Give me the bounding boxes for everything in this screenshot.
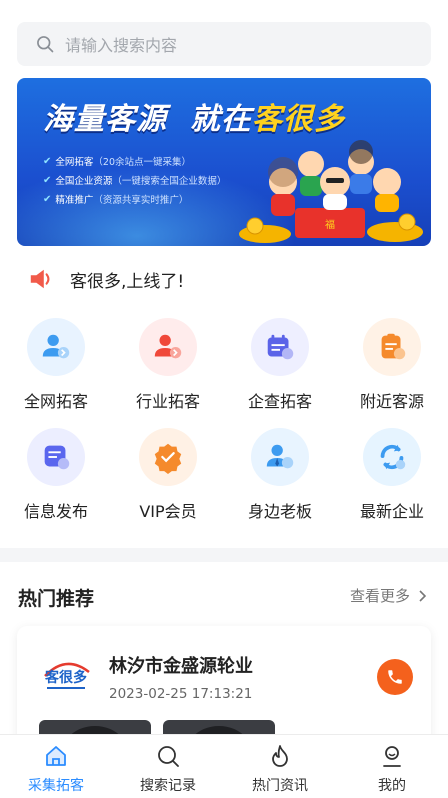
announcement: 客很多,上线了! bbox=[28, 264, 184, 294]
banner-feature: ✔ 精准推广 （资源共享实时推广） bbox=[43, 193, 189, 207]
grid-item-hangye[interactable]: 行业拓客 bbox=[112, 318, 224, 412]
announcement-text: 客很多,上线了! bbox=[70, 271, 185, 292]
tab-hot-news[interactable]: 热门资讯 bbox=[224, 743, 336, 795]
calendar-icon bbox=[251, 318, 309, 376]
search-icon bbox=[37, 36, 54, 53]
speaker-icon bbox=[30, 269, 50, 289]
banner-feature: ✔ 全网拓客 （20余站点一键采集） bbox=[43, 155, 191, 169]
refresh-icon bbox=[363, 428, 421, 486]
svg-text:客很多: 客很多 bbox=[44, 669, 87, 686]
chevron-right-icon bbox=[419, 589, 427, 602]
tab-search-history[interactable]: 搜索记录 bbox=[112, 743, 224, 795]
clipboard-search-icon bbox=[363, 318, 421, 376]
search-icon bbox=[158, 746, 179, 767]
grid-item-quanwang[interactable]: 全网拓客 bbox=[0, 318, 112, 412]
tab-collect[interactable]: 采集拓客 bbox=[0, 743, 112, 795]
promo-banner[interactable]: 海量客源 就在客很多 ✔ 全网拓客 （20余站点一键采集） ✔ 全国企业资源 （一键搜索… bbox=[17, 78, 431, 246]
bottom-tab-bar: 采集拓客 搜索记录 热门资讯 我的 bbox=[0, 734, 448, 798]
banner-feature: ✔ 全国企业资源 （一键搜索全国企业数据） bbox=[43, 174, 227, 188]
grid-item-fujin[interactable]: 附近客源 bbox=[336, 318, 448, 412]
cartoon-people-illustration: 福 bbox=[239, 140, 423, 243]
grid-item-zuixin[interactable]: 最新企业 bbox=[336, 428, 448, 522]
grid-item-xinxi[interactable]: 信息发布 bbox=[0, 428, 112, 522]
section-title: 热门推荐 bbox=[18, 588, 95, 610]
profile-icon bbox=[383, 746, 401, 767]
app-screen: 请输入搜索内容 海量客源 就在客很多 ✔ 全网拓客 （20余站点一键采集） ✔ 全国企… bbox=[0, 0, 448, 798]
search-bar[interactable]: 请输入搜索内容 bbox=[17, 22, 431, 66]
grid-item-vip[interactable]: VIP会员 bbox=[112, 428, 224, 522]
view-more-link[interactable]: 查看更多 bbox=[350, 585, 428, 606]
vip-badge-icon bbox=[139, 428, 197, 486]
fire-icon bbox=[272, 745, 288, 767]
section-divider bbox=[0, 548, 448, 562]
grid-item-laoban[interactable]: 身边老板 bbox=[224, 428, 336, 522]
grid-item-qicha[interactable]: 企查拓客 bbox=[224, 318, 336, 412]
svg-text:福: 福 bbox=[325, 218, 335, 231]
user-arrow-icon bbox=[139, 318, 197, 376]
post-date: 2023-02-25 17:13:21 bbox=[109, 686, 253, 702]
company-logo: 客很多 bbox=[44, 662, 90, 689]
user-share-icon bbox=[27, 318, 85, 376]
home-icon bbox=[46, 746, 66, 766]
call-button[interactable] bbox=[377, 659, 413, 695]
company-name: 林汐市金盛源轮业 bbox=[109, 656, 253, 677]
boss-search-icon bbox=[251, 428, 309, 486]
edit-doc-icon bbox=[27, 428, 85, 486]
phone-icon bbox=[388, 670, 402, 684]
search-placeholder: 请输入搜索内容 bbox=[65, 36, 178, 55]
tab-mine[interactable]: 我的 bbox=[336, 743, 448, 795]
